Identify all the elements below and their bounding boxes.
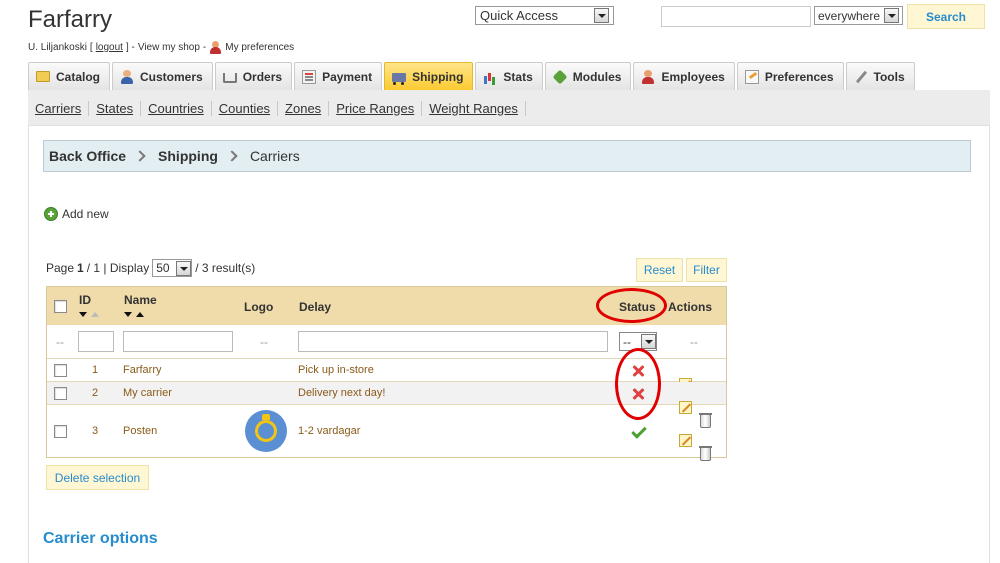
preferences-icon: [744, 69, 759, 84]
carrier-delay: 1-2 vardagar: [298, 425, 361, 437]
tab-modules[interactable]: Modules: [544, 62, 632, 90]
subnav-carriers[interactable]: Carriers: [28, 100, 90, 116]
puzzle-icon: [552, 69, 568, 84]
employees-icon: [641, 69, 655, 84]
tab-payment[interactable]: Payment: [294, 62, 383, 90]
tab-employees[interactable]: Employees: [633, 62, 735, 90]
column-name: Name: [124, 293, 157, 317]
chevron-down-icon: [884, 8, 899, 23]
breadcrumb: Back Office Shipping Carriers: [43, 140, 971, 172]
column-actions: Actions: [668, 300, 713, 314]
subnav-zones[interactable]: Zones: [278, 100, 330, 116]
subnav-states[interactable]: States: [89, 100, 142, 116]
carrier-name: Posten: [123, 425, 158, 437]
stats-icon: [483, 70, 497, 84]
wrench-icon: [854, 70, 868, 84]
search-button[interactable]: Search: [907, 4, 985, 29]
result-count: / 3 result(s): [195, 261, 256, 275]
user-icon: [209, 41, 222, 54]
carrier-options-heading: Carrier options: [43, 530, 158, 547]
tab-stats[interactable]: Stats: [475, 62, 543, 90]
view-shop-link[interactable]: View my shop: [138, 42, 200, 53]
carrier-logo: [245, 410, 287, 452]
breadcrumb-back-office[interactable]: Back Office: [49, 148, 126, 164]
sort-desc-icon[interactable]: [79, 312, 87, 317]
row-checkbox[interactable]: [54, 364, 67, 377]
tab-catalog[interactable]: Catalog: [28, 62, 111, 90]
column-id: ID: [79, 293, 99, 317]
posthorn-icon: [255, 414, 277, 442]
carrier-id: 1: [92, 364, 99, 376]
shop-title: Farfarry: [28, 6, 112, 33]
subnav-price-ranges[interactable]: Price Ranges: [329, 100, 423, 116]
reset-button[interactable]: Reset: [636, 258, 683, 282]
row-checkbox[interactable]: [54, 387, 67, 400]
delete-icon[interactable]: [699, 446, 712, 461]
row-checkbox[interactable]: [54, 425, 67, 438]
sort-asc-icon[interactable]: [136, 312, 144, 317]
filter-button[interactable]: Filter: [686, 258, 727, 282]
edit-icon[interactable]: [679, 434, 692, 447]
carrier-id: 2: [92, 387, 99, 399]
add-icon: [44, 207, 58, 221]
sort-asc-icon[interactable]: [91, 312, 99, 317]
sort-desc-icon[interactable]: [124, 312, 132, 317]
search-scope-select[interactable]: everywhere: [814, 6, 903, 25]
annotation-circle: [615, 348, 661, 420]
subnav-weight-ranges[interactable]: Weight Ranges: [422, 100, 526, 116]
tab-tools[interactable]: Tools: [845, 62, 915, 90]
subnav-countries[interactable]: Countries: [141, 100, 212, 116]
customers-icon: [120, 69, 134, 84]
tab-orders[interactable]: Orders: [214, 62, 293, 90]
id-filter-input[interactable]: [78, 331, 114, 352]
payment-icon: [302, 69, 317, 84]
shipping-subnav: Carriers States Countries Counties Zones…: [28, 96, 526, 120]
carrier-name: Farfarry: [123, 364, 162, 376]
user-line: U. Liljankoski [ logout ] - View my shop…: [28, 41, 295, 54]
delete-selection-button[interactable]: Delete selection: [46, 465, 149, 490]
user-name: U. Liljankoski: [28, 42, 87, 53]
search-input[interactable]: [661, 6, 811, 27]
annotation-circle: [596, 288, 667, 323]
carrier-delay: Delivery next day!: [298, 387, 386, 399]
chevron-right-icon: [226, 150, 238, 162]
breadcrumb-shipping[interactable]: Shipping: [158, 148, 218, 164]
logout-link[interactable]: logout: [96, 42, 123, 53]
quick-access-select[interactable]: Quick Access: [475, 6, 614, 25]
pagination: Page 1 / 1 | Display 50 / 3 result(s): [46, 259, 256, 277]
select-all-checkbox[interactable]: [54, 300, 67, 313]
carrier-id: 3: [92, 425, 99, 437]
current-page: 1: [77, 261, 84, 275]
tab-preferences[interactable]: Preferences: [736, 62, 844, 90]
tab-customers[interactable]: Customers: [112, 62, 213, 90]
my-preferences-link[interactable]: My preferences: [225, 42, 294, 53]
tab-shipping[interactable]: Shipping: [384, 62, 474, 90]
subnav-counties[interactable]: Counties: [212, 100, 279, 116]
column-logo: Logo: [244, 300, 274, 314]
chevron-down-icon: [176, 260, 192, 276]
status-enabled-icon[interactable]: [631, 426, 645, 436]
cart-icon: [222, 72, 237, 83]
column-delay: Delay: [299, 300, 332, 314]
folder-icon: [36, 71, 50, 82]
chevron-right-icon: [134, 150, 146, 162]
add-new-link[interactable]: Add new: [44, 207, 109, 221]
carrier-name: My carrier: [123, 387, 172, 399]
chevron-down-icon: [594, 8, 609, 23]
breadcrumb-carriers: Carriers: [249, 148, 300, 164]
carrier-delay: Pick up in-store: [298, 364, 374, 376]
main-tabs: Catalog Customers Orders Payment Shippin…: [28, 62, 917, 90]
delay-filter-input[interactable]: [298, 331, 608, 352]
name-filter-input[interactable]: [123, 331, 233, 352]
truck-icon: [392, 73, 407, 85]
per-page-select[interactable]: 50: [152, 259, 193, 277]
chevron-down-icon: [641, 334, 656, 349]
